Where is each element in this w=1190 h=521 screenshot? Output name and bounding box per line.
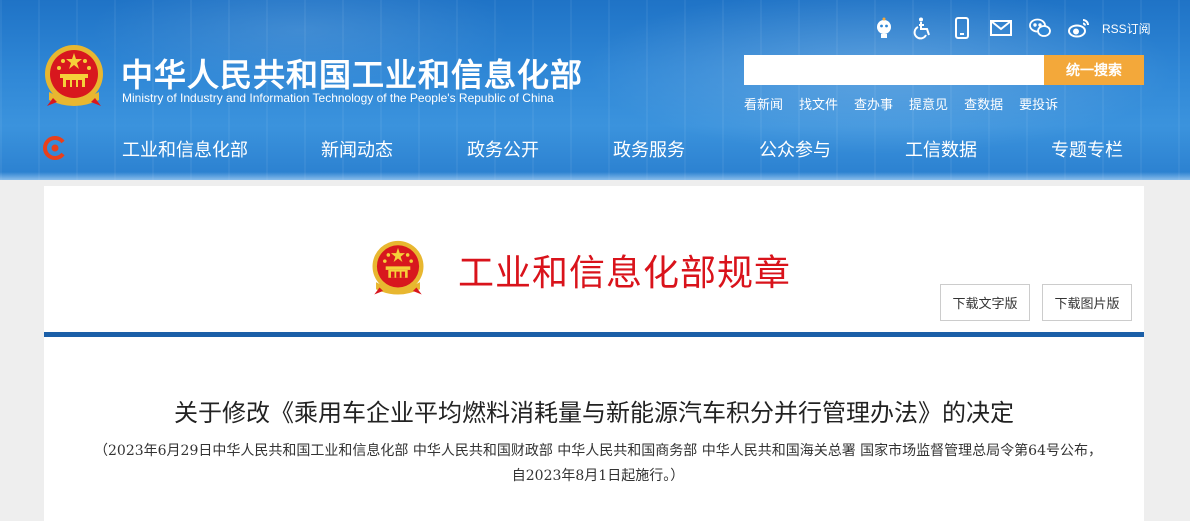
quick-link-feedback[interactable]: 提意见 bbox=[909, 94, 948, 113]
nav-item-ministry[interactable]: 工业和信息化部 bbox=[122, 136, 248, 162]
main-content: 工业和信息化部规章 下载文字版 下载图片版 关于修改《乘用车企业平均燃料消耗量与… bbox=[44, 186, 1144, 521]
top-toolbar: RSS订阅 bbox=[872, 14, 1151, 42]
nav-item-government-affairs[interactable]: 政务公开 bbox=[467, 136, 539, 162]
quick-links: 看新闻 找文件 查办事 提意见 查数据 要投诉 bbox=[744, 94, 1074, 113]
site-subtitle: Ministry of Industry and Information Tec… bbox=[122, 91, 554, 105]
site-title[interactable]: 中华人民共和国工业和信息化部 bbox=[121, 50, 583, 96]
robot-icon[interactable] bbox=[872, 16, 896, 40]
quick-link-complaint[interactable]: 要投诉 bbox=[1019, 94, 1058, 113]
mobile-icon[interactable] bbox=[950, 16, 974, 40]
national-emblem-icon[interactable] bbox=[43, 44, 105, 110]
main-nav: 工业和信息化部 新闻动态 政务公开 政务服务 公众参与 工信数据 专题专栏 bbox=[0, 126, 1190, 170]
download-text-button[interactable]: 下载文字版 bbox=[940, 284, 1030, 321]
weibo-icon[interactable] bbox=[1067, 16, 1091, 40]
site-header: 中华人民共和国工业和信息化部 Ministry of Industry and … bbox=[0, 0, 1190, 180]
unified-search-button[interactable]: 统一搜索 bbox=[1044, 55, 1144, 85]
document-title: 关于修改《乘用车企业平均燃料消耗量与新能源汽车积分并行管理办法》的决定 bbox=[174, 399, 1014, 427]
national-emblem-icon bbox=[372, 240, 424, 295]
download-image-button[interactable]: 下载图片版 bbox=[1042, 284, 1132, 321]
nav-item-government-services[interactable]: 政务服务 bbox=[613, 136, 685, 162]
nav-item-public-participation[interactable]: 公众参与 bbox=[759, 136, 831, 162]
quick-link-files[interactable]: 找文件 bbox=[799, 94, 838, 113]
quick-link-data[interactable]: 查数据 bbox=[964, 94, 1003, 113]
rss-subscribe-link[interactable]: RSS订阅 bbox=[1102, 20, 1151, 37]
wechat-icon[interactable] bbox=[1028, 16, 1052, 40]
nav-item-data[interactable]: 工信数据 bbox=[905, 136, 977, 162]
section-divider bbox=[44, 332, 1144, 337]
document-subtitle: （2023年6月29日中华人民共和国工业和信息化部 中华人民共和国财政部 中华人… bbox=[94, 443, 1102, 484]
section-title: 工业和信息化部规章 bbox=[458, 253, 792, 294]
search-input[interactable] bbox=[744, 55, 1044, 85]
quick-link-services[interactable]: 查办事 bbox=[854, 94, 893, 113]
nav-item-special-topics[interactable]: 专题专栏 bbox=[1051, 136, 1123, 162]
quick-link-news[interactable]: 看新闻 bbox=[744, 94, 783, 113]
nav-item-news[interactable]: 新闻动态 bbox=[321, 136, 393, 162]
mail-icon[interactable] bbox=[989, 16, 1013, 40]
accessibility-icon[interactable] bbox=[911, 16, 935, 40]
